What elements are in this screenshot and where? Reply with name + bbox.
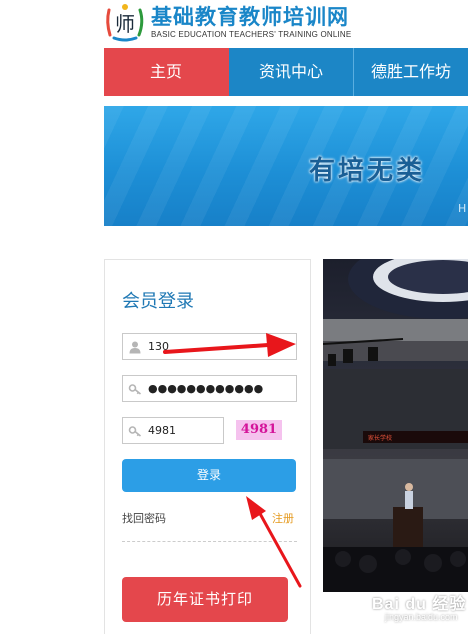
nav-news-center[interactable]: 资讯中心 [229, 48, 354, 96]
led-screen-text: 家长学校 [368, 434, 392, 442]
nav-home[interactable]: 主页 [104, 48, 229, 96]
divider [122, 541, 297, 542]
event-photo[interactable]: 家长学校 [323, 259, 468, 592]
captcha-image[interactable]: 4981 [236, 420, 282, 440]
banner-slogan: 有培无类 [309, 156, 426, 186]
logo-glyph: 师 [115, 12, 135, 36]
nav-workshop[interactable]: 德胜工作坊 [354, 48, 468, 96]
captcha-value: 4981 [148, 424, 176, 437]
login-panel: 会员登录 130 ●●●●●●●●●●●● 4981 4981 登录 找回密码 [104, 259, 311, 634]
username-input[interactable]: 130 [122, 333, 297, 360]
login-title: 会员登录 [122, 291, 194, 312]
site-title: 基础教育教师培训网 [151, 5, 349, 29]
site-subtitle: BASIC EDUCATION TEACHERS' TRAINING ONLIN… [151, 30, 352, 39]
password-input[interactable]: ●●●●●●●●●●●● [122, 375, 297, 402]
certificate-print-button[interactable]: 历年证书打印 [122, 577, 288, 622]
forgot-password-link[interactable]: 找回密码 [122, 510, 166, 526]
banner[interactable]: 有培无类 H [104, 106, 468, 226]
register-link[interactable]: 注册 [272, 510, 294, 526]
key-icon [128, 426, 142, 437]
key-icon [128, 384, 142, 395]
user-icon [129, 341, 141, 354]
username-value: 130 [148, 340, 169, 353]
captcha-input[interactable]: 4981 [122, 417, 224, 444]
banner-edge-text: H [458, 202, 467, 215]
main-nav: 主页 资讯中心 德胜工作坊 [104, 48, 468, 96]
watermark-brand: Bai du 经验 [372, 596, 467, 613]
logo-icon[interactable]: 师 [104, 2, 146, 42]
page: 师 基础教育教师培训网 BASIC EDUCATION TEACHERS' TR… [0, 0, 468, 634]
event-photo-scene: 家长学校 [323, 259, 468, 592]
login-button[interactable]: 登录 [122, 459, 296, 492]
password-value: ●●●●●●●●●●●● [148, 382, 264, 395]
watermark-url: jingyan.baidu.com [385, 612, 458, 622]
